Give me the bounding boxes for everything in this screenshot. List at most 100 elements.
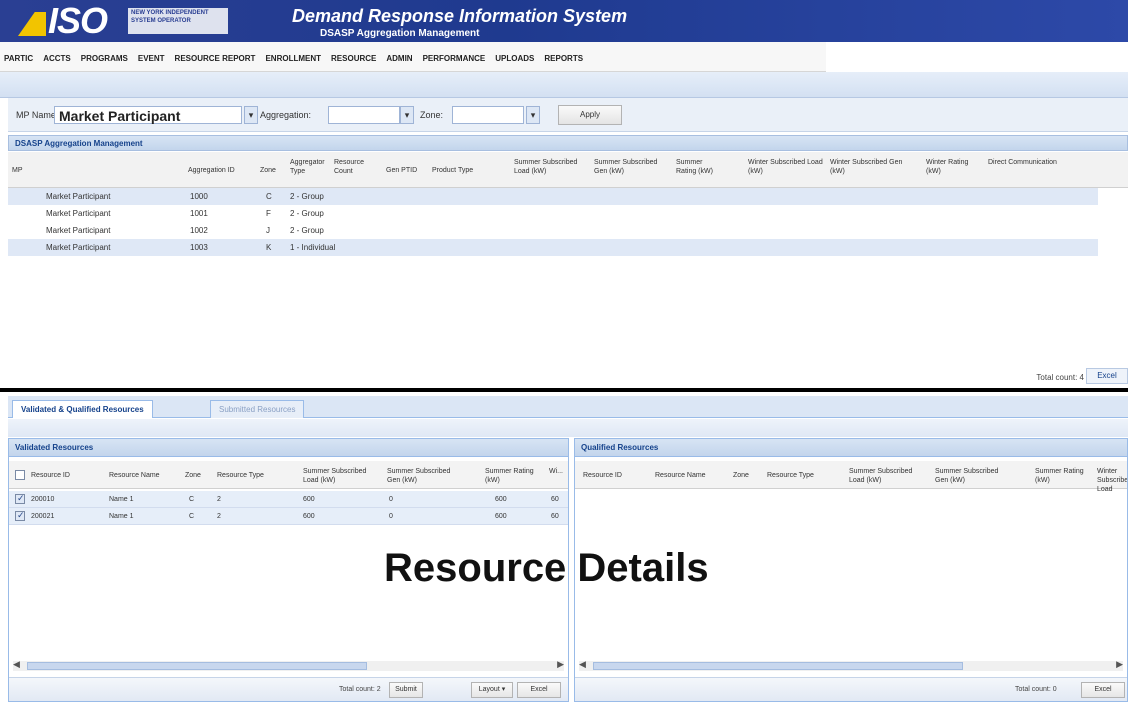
submit-button[interactable]: Submit <box>389 682 423 698</box>
col-resource-name[interactable]: Resource Name <box>655 471 706 480</box>
col-aggregator-type[interactable]: Aggregator Type <box>290 158 334 176</box>
apply-button[interactable]: Apply <box>558 105 622 125</box>
col-resource-id[interactable]: Resource ID <box>31 471 70 480</box>
tab-validated-qualified[interactable]: Validated & Qualified Resources <box>12 400 153 418</box>
col-product-type[interactable]: Product Type <box>432 166 492 175</box>
scroll-left-icon[interactable]: ◀ <box>13 659 20 670</box>
menu-item[interactable]: RESOURCE REPORT <box>175 54 256 63</box>
menu-item[interactable]: ENROLLMENT <box>265 54 321 63</box>
menu-item[interactable]: PARTIC <box>4 54 33 63</box>
col-summer-rating[interactable]: Summer Rating (kW) <box>1035 467 1085 485</box>
col-resource-id[interactable]: Resource ID <box>583 471 622 480</box>
cell-zone: F <box>266 209 271 218</box>
table-row[interactable]: Market Participant 1002 J 2 - Group <box>8 222 1098 239</box>
menu-item[interactable]: ACCTS <box>43 54 71 63</box>
resource-tabstrip: Validated & Qualified Resources Submitte… <box>8 396 1128 418</box>
tab-submitted-resources[interactable]: Submitted Resources <box>210 400 305 418</box>
row-checkbox[interactable] <box>15 493 25 504</box>
layout-button[interactable]: Layout ▾ <box>471 682 513 698</box>
col-winter-rating[interactable]: Winter Rating (kW) <box>926 158 974 176</box>
col-winter-subscribed-load[interactable]: Winter Subscribed Load <box>1097 467 1127 494</box>
cell-zone: J <box>266 226 270 235</box>
cell-mp: Market Participant <box>46 226 111 235</box>
filter-bar: MP Name: Market Participant ▾ Aggregatio… <box>8 98 1128 132</box>
validated-horizontal-scrollbar[interactable]: ◀ ▶ <box>13 659 564 671</box>
cell-mp: Market Participant <box>46 243 111 252</box>
validated-column-header: Resource ID Resource Name Zone Resource … <box>9 461 568 489</box>
col-winter-truncated[interactable]: Wi... <box>549 467 569 476</box>
cell-resource-name: Name 1 <box>109 496 134 503</box>
zone-select[interactable] <box>452 106 524 124</box>
cell-resource-id: 200010 <box>31 496 55 503</box>
col-direct-communication[interactable]: Direct Communication <box>988 158 1060 167</box>
col-resource-type[interactable]: Resource Type <box>767 471 814 480</box>
logo-subtext: NEW YORK INDEPENDENT SYSTEM OPERATOR <box>128 8 228 34</box>
page-subtitle: DSASP Aggregation Management <box>320 28 480 39</box>
col-zone[interactable]: Zone <box>733 471 749 480</box>
table-row[interactable]: Market Participant 1003 K 1 - Individual <box>8 239 1098 256</box>
aggregation-total-count: Total count: 4 <box>1036 373 1084 382</box>
col-summer-subscribed-load[interactable]: Summer Subscribed Load (kW) <box>849 467 927 485</box>
nyiso-logo: ISO NEW YORK INDEPENDENT SYSTEM OPERATOR <box>18 3 228 39</box>
qualified-column-header: Resource ID Resource Name Zone Resource … <box>575 461 1127 493</box>
cell-winter: 60 <box>551 513 559 520</box>
aggregation-select[interactable] <box>328 106 400 124</box>
menu-item[interactable]: RESOURCE <box>331 54 376 63</box>
menu-item[interactable]: EVENT <box>138 54 165 63</box>
aggregation-column-header: MP Aggregation ID Zone Aggregator Type R… <box>8 152 1128 188</box>
col-zone[interactable]: Zone <box>260 166 280 175</box>
col-summer-subscribed-gen[interactable]: Summer Subscribed Gen (kW) <box>594 158 672 176</box>
cell-summer-load: 600 <box>303 496 315 503</box>
zone-dropdown-icon[interactable]: ▾ <box>526 106 540 124</box>
cell-resource-type: 2 <box>217 513 221 520</box>
table-row[interactable]: 200010 Name 1 C 2 600 0 600 60 <box>9 491 568 508</box>
row-checkbox[interactable] <box>15 510 25 521</box>
col-resource-count[interactable]: Resource Count <box>334 158 376 176</box>
scrollbar-thumb[interactable] <box>593 662 963 670</box>
col-zone[interactable]: Zone <box>185 471 201 480</box>
aggregation-excel-button[interactable]: Excel <box>1086 368 1128 384</box>
cell-type: 1 - Individual <box>290 243 336 252</box>
scroll-right-icon[interactable]: ▶ <box>557 659 564 670</box>
qualified-horizontal-scrollbar[interactable]: ◀ ▶ <box>579 659 1123 671</box>
app-title: Demand Response Information System <box>292 6 628 26</box>
col-aggregation-id[interactable]: Aggregation ID <box>188 166 252 175</box>
menu-item[interactable]: PROGRAMS <box>81 54 128 63</box>
cell-resource-type: 2 <box>217 496 221 503</box>
panel-divider[interactable] <box>0 388 1128 392</box>
table-row[interactable]: Market Participant 1001 F 2 - Group <box>8 205 1098 222</box>
select-all-checkbox[interactable] <box>15 470 25 480</box>
col-resource-type[interactable]: Resource Type <box>217 471 264 480</box>
table-row[interactable]: Market Participant 1000 C 2 - Group <box>8 188 1098 205</box>
col-winter-subscribed-gen[interactable]: Winter Subscribed Gen (kW) <box>830 158 908 176</box>
cell-summer-rating: 600 <box>495 513 507 520</box>
col-summer-rating[interactable]: Summer Rating (kW) <box>485 467 535 485</box>
col-summer-rating[interactable]: Summer Rating (kW) <box>676 158 724 176</box>
qualified-excel-button[interactable]: Excel <box>1081 682 1125 698</box>
col-summer-subscribed-load[interactable]: Summer Subscribed Load (kW) <box>303 467 381 485</box>
scroll-left-icon[interactable]: ◀ <box>579 659 586 670</box>
cell-summer-rating: 600 <box>495 496 507 503</box>
col-resource-name[interactable]: Resource Name <box>109 471 160 480</box>
menu-item[interactable]: ADMIN <box>386 54 412 63</box>
zone-label: Zone: <box>420 110 444 120</box>
menu-item[interactable]: REPORTS <box>544 54 583 63</box>
table-row[interactable]: 200021 Name 1 C 2 600 0 600 60 <box>9 508 568 525</box>
col-winter-subscribed-load[interactable]: Winter Subscribed Load (kW) <box>748 158 826 176</box>
col-gen-ptid[interactable]: Gen PTID <box>386 166 426 175</box>
col-summer-subscribed-load[interactable]: Summer Subscribed Load (kW) <box>514 158 592 176</box>
col-summer-subscribed-gen[interactable]: Summer Subscribed Gen (kW) <box>387 467 465 485</box>
validated-excel-button[interactable]: Excel <box>517 682 561 698</box>
scroll-right-icon[interactable]: ▶ <box>1116 659 1123 670</box>
menu-item[interactable]: PERFORMANCE <box>423 54 486 63</box>
menu-item[interactable]: UPLOADS <box>495 54 534 63</box>
col-summer-subscribed-gen[interactable]: Summer Subscribed Gen (kW) <box>935 467 1013 485</box>
scrollbar-thumb[interactable] <box>27 662 367 670</box>
cell-agg-id: 1002 <box>190 226 208 235</box>
mp-name-select[interactable]: Market Participant <box>54 106 242 124</box>
mp-name-dropdown-icon[interactable]: ▾ <box>244 106 258 124</box>
qualified-total-count: Total count: 0 <box>1015 686 1057 693</box>
cell-summer-gen: 0 <box>389 513 393 520</box>
aggregation-dropdown-icon[interactable]: ▾ <box>400 106 414 124</box>
col-mp[interactable]: MP <box>12 166 52 175</box>
